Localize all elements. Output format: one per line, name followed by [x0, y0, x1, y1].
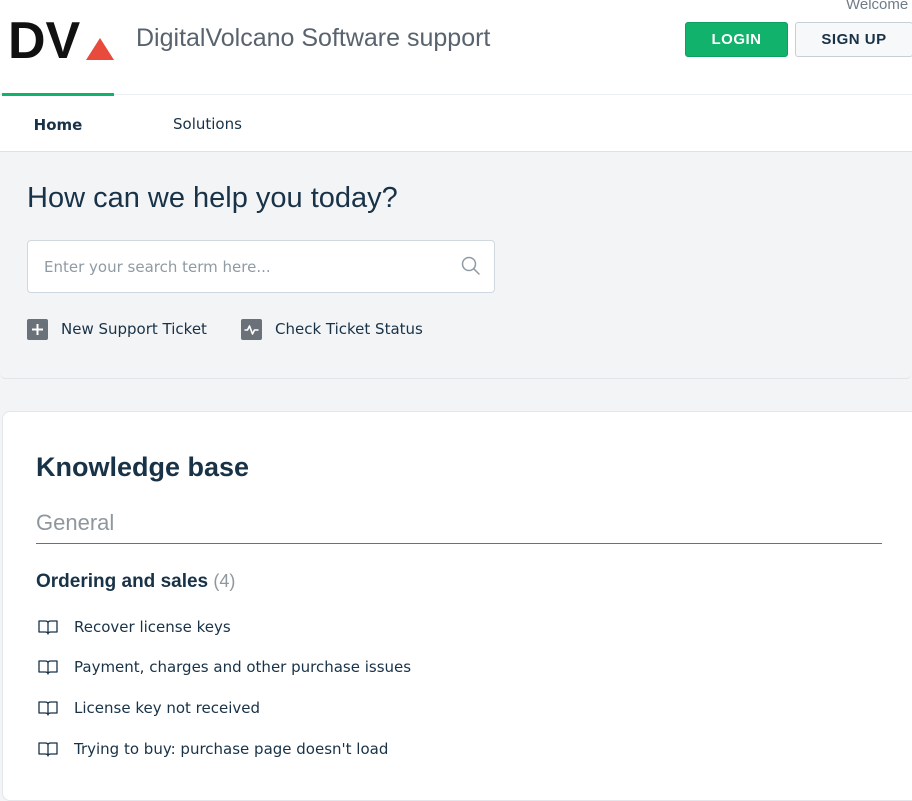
tab-solutions[interactable]: Solutions — [173, 95, 242, 152]
category-general[interactable]: General — [36, 510, 114, 536]
login-button[interactable]: LOGIN — [685, 22, 788, 57]
logo-text: DV — [8, 14, 81, 62]
category-divider — [36, 543, 882, 544]
book-icon — [38, 701, 58, 716]
digitalvolcano-logo[interactable]: DV — [8, 14, 114, 62]
article-title: Payment, charges and other purchase issu… — [74, 658, 412, 676]
search-icon[interactable] — [460, 255, 482, 277]
article-link[interactable]: License key not received — [38, 699, 260, 717]
header: DV DigitalVolcano Software support Welco… — [0, 0, 912, 94]
knowledge-base-card: Knowledge base General Ordering and sale… — [2, 411, 912, 801]
check-ticket-status-label: Check Ticket Status — [275, 320, 423, 338]
new-support-ticket-link[interactable]: New Support Ticket — [27, 318, 207, 340]
welcome-text: Welcome — [846, 0, 909, 13]
plus-icon — [27, 318, 48, 340]
hero-section: How can we help you today? New Support T… — [0, 152, 912, 379]
knowledge-base-title: Knowledge base — [36, 452, 250, 482]
activity-icon — [241, 318, 262, 340]
tab-home[interactable]: Home — [2, 93, 114, 153]
folder-count: (4) — [213, 571, 236, 591]
site-title: DigitalVolcano Software support — [136, 24, 491, 52]
search-box[interactable] — [27, 240, 495, 293]
article-link[interactable]: Payment, charges and other purchase issu… — [38, 658, 411, 676]
hero-title: How can we help you today? — [27, 182, 398, 214]
logo-triangle — [86, 38, 114, 60]
article-title: Recover license keys — [74, 618, 231, 636]
search-input[interactable] — [28, 241, 448, 292]
folder-ordering-and-sales[interactable]: Ordering and sales (4) — [36, 571, 235, 593]
article-link[interactable]: Trying to buy: purchase page doesn't loa… — [38, 740, 388, 758]
book-icon — [38, 742, 58, 757]
main-nav: Home Solutions — [0, 93, 912, 153]
article-title: Trying to buy: purchase page doesn't loa… — [74, 740, 389, 758]
check-ticket-status-link[interactable]: Check Ticket Status — [241, 318, 423, 340]
article-link[interactable]: Recover license keys — [38, 618, 231, 636]
signup-button[interactable]: SIGN UP — [795, 22, 912, 57]
book-icon — [38, 660, 58, 675]
article-title: License key not received — [74, 699, 261, 717]
new-support-ticket-label: New Support Ticket — [61, 320, 207, 338]
folder-name: Ordering and sales — [36, 571, 209, 592]
book-icon — [38, 620, 58, 635]
